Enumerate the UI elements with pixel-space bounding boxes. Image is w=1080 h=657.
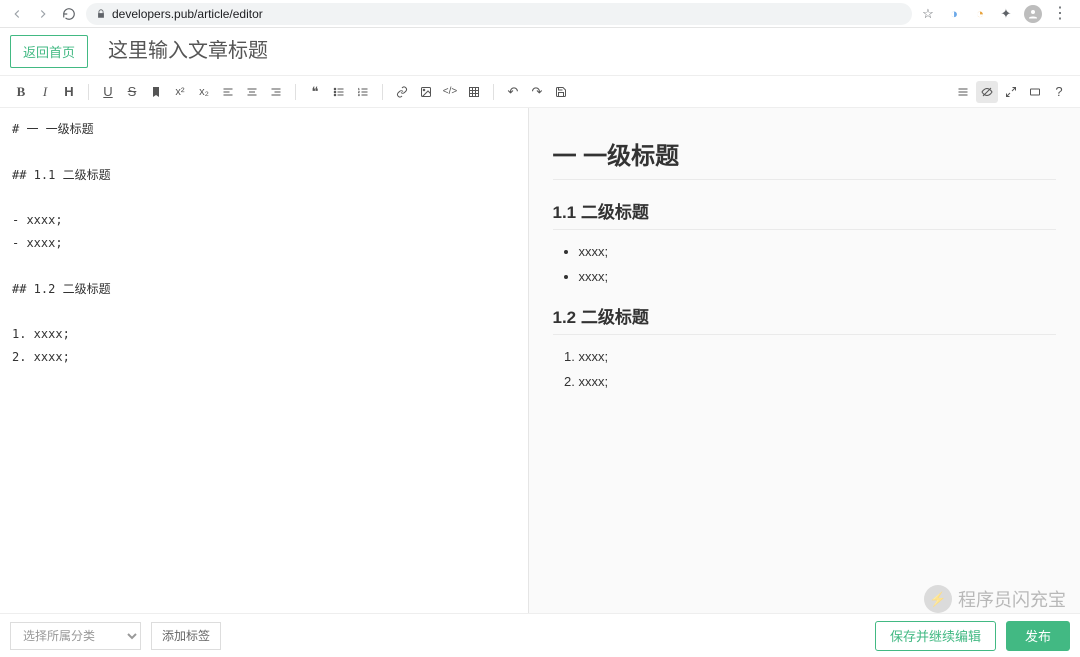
align-right-button[interactable] bbox=[265, 81, 287, 103]
markdown-source-pane[interactable]: # 一 一级标题 ## 1.1 二级标题 - xxxx; - xxxx; ## … bbox=[0, 108, 528, 613]
article-title-input[interactable] bbox=[108, 40, 1070, 63]
add-tag-button[interactable]: 添加标签 bbox=[151, 622, 221, 650]
heading-button[interactable]: H bbox=[58, 81, 80, 103]
browser-right-icons: ☆ ◑ ◔ ✦ ⋮ bbox=[920, 5, 1072, 23]
save-draft-button[interactable]: 保存并继续编辑 bbox=[875, 621, 996, 651]
table-button[interactable] bbox=[463, 81, 485, 103]
bold-button[interactable]: B bbox=[10, 81, 32, 103]
toolbar-separator bbox=[493, 84, 494, 100]
preview-ul: xxxx; xxxx; bbox=[553, 240, 1057, 289]
extension-icon-2[interactable]: ◔ bbox=[972, 6, 988, 22]
kebab-menu-icon[interactable]: ⋮ bbox=[1052, 6, 1068, 22]
quote-button[interactable]: ❝ bbox=[304, 81, 326, 103]
editor-footer: 选择所属分类 添加标签 保存并继续编辑 发布 bbox=[0, 613, 1080, 657]
nav-reload-icon[interactable] bbox=[60, 5, 78, 23]
superscript-button[interactable]: x² bbox=[169, 81, 191, 103]
svg-text:3: 3 bbox=[358, 93, 360, 97]
category-select[interactable]: 选择所属分类 bbox=[10, 622, 141, 650]
nav-forward-icon[interactable] bbox=[34, 5, 52, 23]
lock-icon bbox=[96, 9, 106, 19]
address-bar[interactable]: developers.pub/article/editor bbox=[86, 3, 912, 25]
fullscreen-button[interactable] bbox=[1000, 81, 1022, 103]
markdown-preview-pane: 一 一级标题 1.1 二级标题 xxxx; xxxx; 1.2 二级标题 xxx… bbox=[528, 108, 1080, 613]
preview-toggle-button[interactable] bbox=[976, 81, 998, 103]
url-text: developers.pub/article/editor bbox=[112, 7, 263, 21]
toolbar-separator bbox=[88, 84, 89, 100]
browser-chrome: developers.pub/article/editor ☆ ◑ ◔ ✦ ⋮ bbox=[0, 0, 1080, 28]
subscript-button[interactable]: x₂ bbox=[193, 81, 215, 103]
read-mode-button[interactable] bbox=[1024, 81, 1046, 103]
publish-button[interactable]: 发布 bbox=[1006, 621, 1070, 651]
help-button[interactable]: ? bbox=[1048, 81, 1070, 103]
mark-button[interactable] bbox=[145, 81, 167, 103]
strikethrough-button[interactable]: S bbox=[121, 81, 143, 103]
align-left-button[interactable] bbox=[217, 81, 239, 103]
list-item: xxxx; bbox=[579, 265, 1057, 290]
star-icon[interactable]: ☆ bbox=[920, 6, 936, 22]
nav-back-icon[interactable] bbox=[8, 5, 26, 23]
preview-h1: 一 一级标题 bbox=[553, 136, 1057, 180]
undo-button[interactable]: ↶ bbox=[502, 81, 524, 103]
unordered-list-button[interactable] bbox=[328, 81, 350, 103]
toolbar-separator bbox=[382, 84, 383, 100]
save-button[interactable] bbox=[550, 81, 572, 103]
preview-ol: xxxx; xxxx; bbox=[553, 345, 1057, 394]
page-header: 返回首页 bbox=[0, 28, 1080, 76]
editor-wrap: # 一 一级标题 ## 1.1 二级标题 - xxxx; - xxxx; ## … bbox=[0, 108, 1080, 613]
back-home-button[interactable]: 返回首页 bbox=[10, 35, 88, 68]
underline-button[interactable]: U bbox=[97, 81, 119, 103]
preview-h2-1: 1.1 二级标题 bbox=[553, 198, 1057, 230]
redo-button[interactable]: ↷ bbox=[526, 81, 548, 103]
list-item: xxxx; bbox=[579, 370, 1057, 395]
preview-h2-2: 1.2 二级标题 bbox=[553, 303, 1057, 335]
extensions-puzzle-icon[interactable]: ✦ bbox=[998, 6, 1014, 22]
align-center-button[interactable] bbox=[241, 81, 263, 103]
ordered-list-button[interactable]: 123 bbox=[352, 81, 374, 103]
outline-button[interactable] bbox=[952, 81, 974, 103]
toolbar-separator bbox=[295, 84, 296, 100]
extension-icon-1[interactable]: ◑ bbox=[946, 6, 962, 22]
profile-avatar-icon[interactable] bbox=[1024, 5, 1042, 23]
editor-toolbar: B I H U S x² x₂ ❝ 123 bbox=[0, 76, 1080, 108]
image-button[interactable] bbox=[415, 81, 437, 103]
italic-button[interactable]: I bbox=[34, 81, 56, 103]
link-button[interactable] bbox=[391, 81, 413, 103]
code-button[interactable]: </> bbox=[439, 81, 461, 103]
list-item: xxxx; bbox=[579, 240, 1057, 265]
list-item: xxxx; bbox=[579, 345, 1057, 370]
